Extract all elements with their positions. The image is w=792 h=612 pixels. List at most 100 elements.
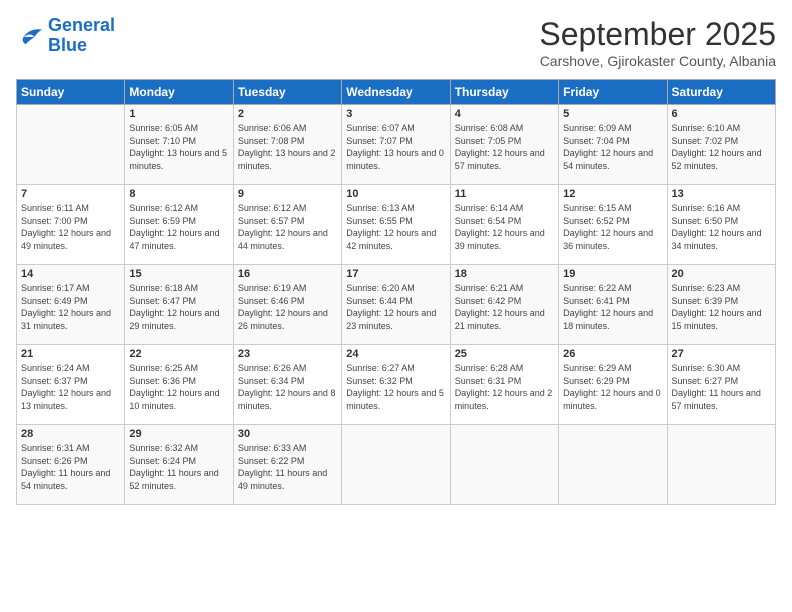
sunrise-label: Sunrise: 6:23 AM: [672, 283, 741, 293]
day-number: 20: [672, 268, 771, 280]
day-number: 5: [563, 108, 662, 120]
dow-header-sunday: Sunday: [17, 80, 125, 105]
daylight-label: Daylight: 12 hours and 5 minutes.: [346, 388, 444, 411]
logo-icon: [16, 24, 44, 48]
daylight-label: Daylight: 12 hours and 44 minutes.: [238, 228, 328, 251]
calendar-cell: 10 Sunrise: 6:13 AM Sunset: 6:55 PM Dayl…: [342, 185, 450, 265]
calendar-week-4: 21 Sunrise: 6:24 AM Sunset: 6:37 PM Dayl…: [17, 345, 776, 425]
sunset-label: Sunset: 6:32 PM: [346, 376, 413, 386]
day-number: 6: [672, 108, 771, 120]
day-number: 3: [346, 108, 445, 120]
sunrise-label: Sunrise: 6:11 AM: [21, 203, 89, 213]
sunset-label: Sunset: 6:54 PM: [455, 216, 522, 226]
daylight-label: Daylight: 12 hours and 49 minutes.: [21, 228, 111, 251]
daylight-label: Daylight: 11 hours and 52 minutes.: [129, 468, 218, 491]
day-info: Sunrise: 6:22 AM Sunset: 6:41 PM Dayligh…: [563, 282, 662, 332]
sunrise-label: Sunrise: 6:31 AM: [21, 443, 90, 453]
day-info: Sunrise: 6:07 AM Sunset: 7:07 PM Dayligh…: [346, 122, 445, 172]
days-of-week-header: SundayMondayTuesdayWednesdayThursdayFrid…: [17, 80, 776, 105]
sunrise-label: Sunrise: 6:07 AM: [346, 123, 415, 133]
sunset-label: Sunset: 6:52 PM: [563, 216, 630, 226]
day-info: Sunrise: 6:33 AM Sunset: 6:22 PM Dayligh…: [238, 442, 337, 492]
daylight-label: Daylight: 12 hours and 13 minutes.: [21, 388, 111, 411]
day-info: Sunrise: 6:16 AM Sunset: 6:50 PM Dayligh…: [672, 202, 771, 252]
location-subtitle: Carshove, Gjirokaster County, Albania: [539, 53, 776, 69]
day-number: 28: [21, 428, 120, 440]
day-number: 9: [238, 188, 337, 200]
sunset-label: Sunset: 6:37 PM: [21, 376, 88, 386]
sunset-label: Sunset: 7:07 PM: [346, 136, 413, 146]
sunset-label: Sunset: 6:57 PM: [238, 216, 305, 226]
dow-header-tuesday: Tuesday: [233, 80, 341, 105]
day-info: Sunrise: 6:24 AM Sunset: 6:37 PM Dayligh…: [21, 362, 120, 412]
day-info: Sunrise: 6:19 AM Sunset: 6:46 PM Dayligh…: [238, 282, 337, 332]
logo-blue: Blue: [48, 35, 87, 55]
sunrise-label: Sunrise: 6:26 AM: [238, 363, 307, 373]
day-number: 14: [21, 268, 120, 280]
calendar-cell: 17 Sunrise: 6:20 AM Sunset: 6:44 PM Dayl…: [342, 265, 450, 345]
sunset-label: Sunset: 6:29 PM: [563, 376, 630, 386]
day-info: Sunrise: 6:23 AM Sunset: 6:39 PM Dayligh…: [672, 282, 771, 332]
logo-general: General: [48, 15, 115, 35]
calendar-cell: 15 Sunrise: 6:18 AM Sunset: 6:47 PM Dayl…: [125, 265, 233, 345]
sunrise-label: Sunrise: 6:14 AM: [455, 203, 524, 213]
day-number: 13: [672, 188, 771, 200]
day-number: 22: [129, 348, 228, 360]
daylight-label: Daylight: 12 hours and 2 minutes.: [455, 388, 553, 411]
day-info: Sunrise: 6:27 AM Sunset: 6:32 PM Dayligh…: [346, 362, 445, 412]
day-info: Sunrise: 6:14 AM Sunset: 6:54 PM Dayligh…: [455, 202, 554, 252]
day-info: Sunrise: 6:21 AM Sunset: 6:42 PM Dayligh…: [455, 282, 554, 332]
daylight-label: Daylight: 12 hours and 31 minutes.: [21, 308, 111, 331]
sunrise-label: Sunrise: 6:27 AM: [346, 363, 415, 373]
day-info: Sunrise: 6:26 AM Sunset: 6:34 PM Dayligh…: [238, 362, 337, 412]
daylight-label: Daylight: 12 hours and 54 minutes.: [563, 148, 653, 171]
sunrise-label: Sunrise: 6:29 AM: [563, 363, 632, 373]
day-info: Sunrise: 6:25 AM Sunset: 6:36 PM Dayligh…: [129, 362, 228, 412]
day-info: Sunrise: 6:17 AM Sunset: 6:49 PM Dayligh…: [21, 282, 120, 332]
calendar-week-2: 7 Sunrise: 6:11 AM Sunset: 7:00 PM Dayli…: [17, 185, 776, 265]
daylight-label: Daylight: 13 hours and 5 minutes.: [129, 148, 227, 171]
daylight-label: Daylight: 13 hours and 0 minutes.: [346, 148, 444, 171]
sunrise-label: Sunrise: 6:20 AM: [346, 283, 415, 293]
calendar-cell: 7 Sunrise: 6:11 AM Sunset: 7:00 PM Dayli…: [17, 185, 125, 265]
daylight-label: Daylight: 11 hours and 54 minutes.: [21, 468, 110, 491]
sunrise-label: Sunrise: 6:17 AM: [21, 283, 90, 293]
sunset-label: Sunset: 7:10 PM: [129, 136, 196, 146]
sunrise-label: Sunrise: 6:33 AM: [238, 443, 307, 453]
sunset-label: Sunset: 6:55 PM: [346, 216, 413, 226]
day-number: 8: [129, 188, 228, 200]
day-number: 1: [129, 108, 228, 120]
sunset-label: Sunset: 6:31 PM: [455, 376, 522, 386]
day-info: Sunrise: 6:28 AM Sunset: 6:31 PM Dayligh…: [455, 362, 554, 412]
calendar-cell: [17, 105, 125, 185]
calendar-cell: 8 Sunrise: 6:12 AM Sunset: 6:59 PM Dayli…: [125, 185, 233, 265]
daylight-label: Daylight: 12 hours and 23 minutes.: [346, 308, 436, 331]
calendar-week-3: 14 Sunrise: 6:17 AM Sunset: 6:49 PM Dayl…: [17, 265, 776, 345]
calendar-cell: 26 Sunrise: 6:29 AM Sunset: 6:29 PM Dayl…: [559, 345, 667, 425]
day-info: Sunrise: 6:08 AM Sunset: 7:05 PM Dayligh…: [455, 122, 554, 172]
day-info: Sunrise: 6:15 AM Sunset: 6:52 PM Dayligh…: [563, 202, 662, 252]
sunset-label: Sunset: 7:05 PM: [455, 136, 522, 146]
day-info: Sunrise: 6:18 AM Sunset: 6:47 PM Dayligh…: [129, 282, 228, 332]
dow-header-wednesday: Wednesday: [342, 80, 450, 105]
daylight-label: Daylight: 12 hours and 0 minutes.: [563, 388, 661, 411]
day-number: 25: [455, 348, 554, 360]
calendar-cell: [450, 425, 558, 505]
dow-header-friday: Friday: [559, 80, 667, 105]
sunset-label: Sunset: 6:22 PM: [238, 456, 305, 466]
day-info: Sunrise: 6:10 AM Sunset: 7:02 PM Dayligh…: [672, 122, 771, 172]
daylight-label: Daylight: 12 hours and 29 minutes.: [129, 308, 219, 331]
sunset-label: Sunset: 6:50 PM: [672, 216, 739, 226]
sunrise-label: Sunrise: 6:32 AM: [129, 443, 198, 453]
calendar-cell: 11 Sunrise: 6:14 AM Sunset: 6:54 PM Dayl…: [450, 185, 558, 265]
sunset-label: Sunset: 6:27 PM: [672, 376, 739, 386]
day-number: 2: [238, 108, 337, 120]
sunrise-label: Sunrise: 6:24 AM: [21, 363, 90, 373]
day-info: Sunrise: 6:05 AM Sunset: 7:10 PM Dayligh…: [129, 122, 228, 172]
day-number: 24: [346, 348, 445, 360]
calendar-cell: 2 Sunrise: 6:06 AM Sunset: 7:08 PM Dayli…: [233, 105, 341, 185]
sunset-label: Sunset: 7:08 PM: [238, 136, 305, 146]
daylight-label: Daylight: 12 hours and 52 minutes.: [672, 148, 762, 171]
sunrise-label: Sunrise: 6:30 AM: [672, 363, 741, 373]
day-number: 7: [21, 188, 120, 200]
